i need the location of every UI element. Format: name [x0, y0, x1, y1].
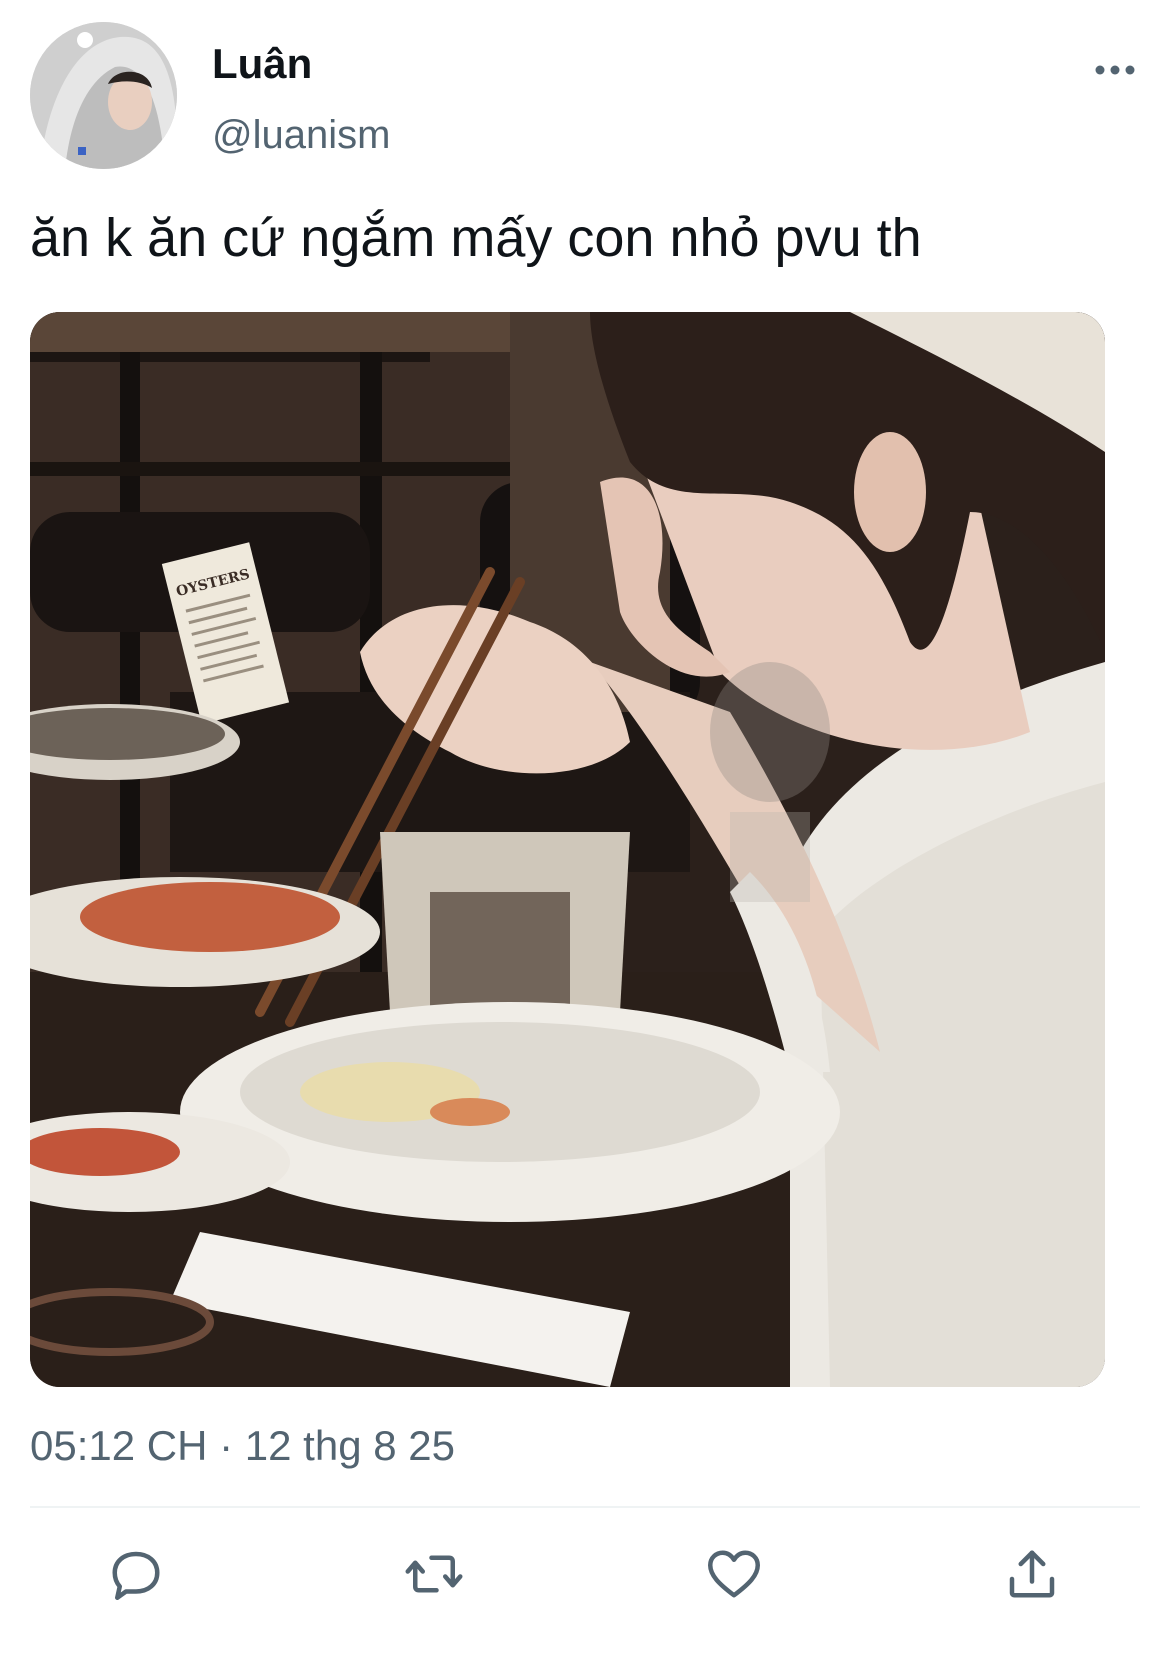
like-button[interactable]: [702, 1542, 766, 1606]
divider: [30, 1506, 1140, 1508]
display-name[interactable]: Luân: [212, 38, 312, 90]
more-button[interactable]: [1080, 50, 1150, 90]
tweet-text: ăn k ăn cứ ngắm mấy con nhỏ pvu th: [30, 208, 922, 268]
handle[interactable]: @luanism: [212, 110, 390, 160]
avatar[interactable]: [30, 22, 177, 169]
tweet-photo[interactable]: OYSTERS: [30, 312, 1105, 1387]
timestamp-separator: ·: [219, 1422, 234, 1469]
share-icon: [1009, 1550, 1055, 1598]
tweet-date: 12 thg 8 25: [244, 1422, 455, 1469]
more-horizontal-icon: [1095, 65, 1135, 75]
timestamp[interactable]: 05:12 CH · 12 thg 8 25: [30, 1420, 455, 1472]
share-button[interactable]: [1000, 1542, 1064, 1606]
retweet-button[interactable]: [402, 1542, 466, 1606]
retweet-icon: [405, 1555, 463, 1593]
tweet-time: 05:12 CH: [30, 1422, 208, 1469]
heart-icon: [708, 1550, 760, 1598]
reply-button[interactable]: [104, 1542, 168, 1606]
reply-icon: [112, 1551, 160, 1600]
tweet: Luân @luanism ăn k ăn cứ ngắm mấy con nh…: [0, 0, 1170, 1670]
